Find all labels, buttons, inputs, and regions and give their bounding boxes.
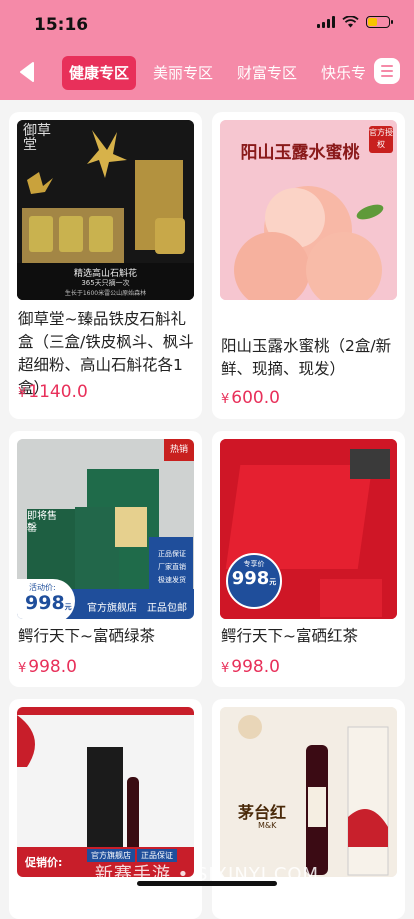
status-bar: 15:16 (0, 0, 414, 46)
product-image[interactable]: 阳山玉露水蜜桃 官方授权 (220, 120, 397, 300)
product-price: ¥998.0 (221, 657, 280, 677)
banner-text: 365天只摘一次 (81, 279, 130, 287)
perk-item: 极速发货 (152, 575, 192, 585)
product-price: ¥1140.0 (18, 382, 88, 402)
promo-label: 活动价: (29, 583, 56, 592)
currency-symbol: ¥ (18, 661, 27, 676)
official-stamp: 官方授权 (369, 126, 393, 153)
brand-logo: 茅台红 (238, 803, 287, 822)
product-title[interactable]: 阳山玉露水蜜桃（2盒/新鲜、现摘、现发） (221, 335, 399, 381)
currency-symbol: ¥ (221, 661, 230, 676)
brand-sub: M&K (258, 821, 277, 830)
product-card[interactable]: 阳山玉露水蜜桃 官方授权 阳山玉露水蜜桃（2盒/新鲜、现摘、现发） ¥600.0 (212, 112, 405, 419)
category-header: 健康专区 美丽专区 财富专区 快乐专 (0, 46, 414, 100)
product-image[interactable]: 热销 即将售罄 正品保证 厂家直销 极速发货 活动价: 998元 官方旗舰店 正… (17, 439, 194, 619)
product-image[interactable]: 御草堂 精选高山石斛花 365天只摘一次 生长于1600米雷公山原始森林 (17, 120, 194, 300)
perk-item: 厂家直销 (152, 562, 192, 572)
battery-icon (366, 16, 393, 28)
status-icons (317, 16, 393, 28)
product-title[interactable]: 鳄行天下~富硒绿茶 (18, 625, 196, 648)
perk-item: 正品保证 (152, 549, 192, 559)
product-card[interactable]: 专享价 998元 鳄行天下~富硒红茶 ¥998.0 (212, 431, 405, 687)
menu-button[interactable] (374, 58, 400, 84)
product-image[interactable]: 促销价: 官方旗舰店 正品保证 (17, 707, 194, 877)
menu-icon (381, 65, 393, 80)
product-price: ¥600.0 (221, 388, 280, 408)
promo-label: 专享价 (243, 560, 265, 568)
banner-text: 生长于1600米雷公山原始森林 (64, 290, 147, 297)
product-image[interactable]: 专享价 998元 (220, 439, 397, 619)
tab-beauty[interactable]: 美丽专区 (146, 56, 220, 90)
promo-price: 998 (25, 592, 65, 614)
product-card[interactable]: 茅台红 M&K (212, 699, 405, 919)
promo-unit: 元 (64, 603, 72, 611)
shipping-label: 正品包邮 (147, 603, 187, 614)
product-card[interactable]: 促销价: 官方旗舰店 正品保证 (9, 699, 202, 919)
brand-logo: 御草堂 (23, 123, 51, 153)
soon-sold-out-label: 即将售罄 (27, 511, 57, 534)
image-heading: 阳山玉露水蜜桃 (240, 143, 360, 163)
back-icon[interactable] (16, 60, 40, 84)
promo-badge: 专享价 998元 (226, 553, 282, 609)
product-price: ¥998.0 (18, 657, 77, 677)
tab-health[interactable]: 健康专区 (62, 56, 137, 90)
promo-price: 998 (231, 568, 270, 589)
tab-wealth[interactable]: 财富专区 (230, 56, 304, 90)
currency-symbol: ¥ (18, 386, 27, 401)
product-card[interactable]: 热销 即将售罄 正品保证 厂家直销 极速发货 活动价: 998元 官方旗舰店 正… (9, 431, 202, 687)
product-title[interactable]: 鳄行天下~富硒红茶 (221, 625, 399, 648)
promo-unit: 元 (269, 578, 277, 586)
perks-list: 正品保证 厂家直销 极速发货 (152, 549, 192, 585)
product-card[interactable]: 御草堂 精选高山石斛花 365天只摘一次 生长于1600米雷公山原始森林 御草堂… (9, 112, 202, 419)
home-indicator (137, 881, 277, 886)
currency-symbol: ¥ (221, 392, 230, 407)
promo-badge: 活动价: 998元 (17, 579, 75, 619)
tab-happiness[interactable]: 快乐专 (314, 56, 373, 90)
hot-tag: 热销 (164, 439, 194, 461)
store-label: 官方旗舰店 (87, 603, 137, 614)
category-tabs: 健康专区 美丽专区 财富专区 快乐专 (62, 56, 373, 90)
product-image[interactable]: 茅台红 M&K (220, 707, 397, 877)
cellular-signal-icon (317, 16, 335, 28)
wifi-icon (342, 16, 359, 28)
status-time: 15:16 (34, 15, 89, 35)
